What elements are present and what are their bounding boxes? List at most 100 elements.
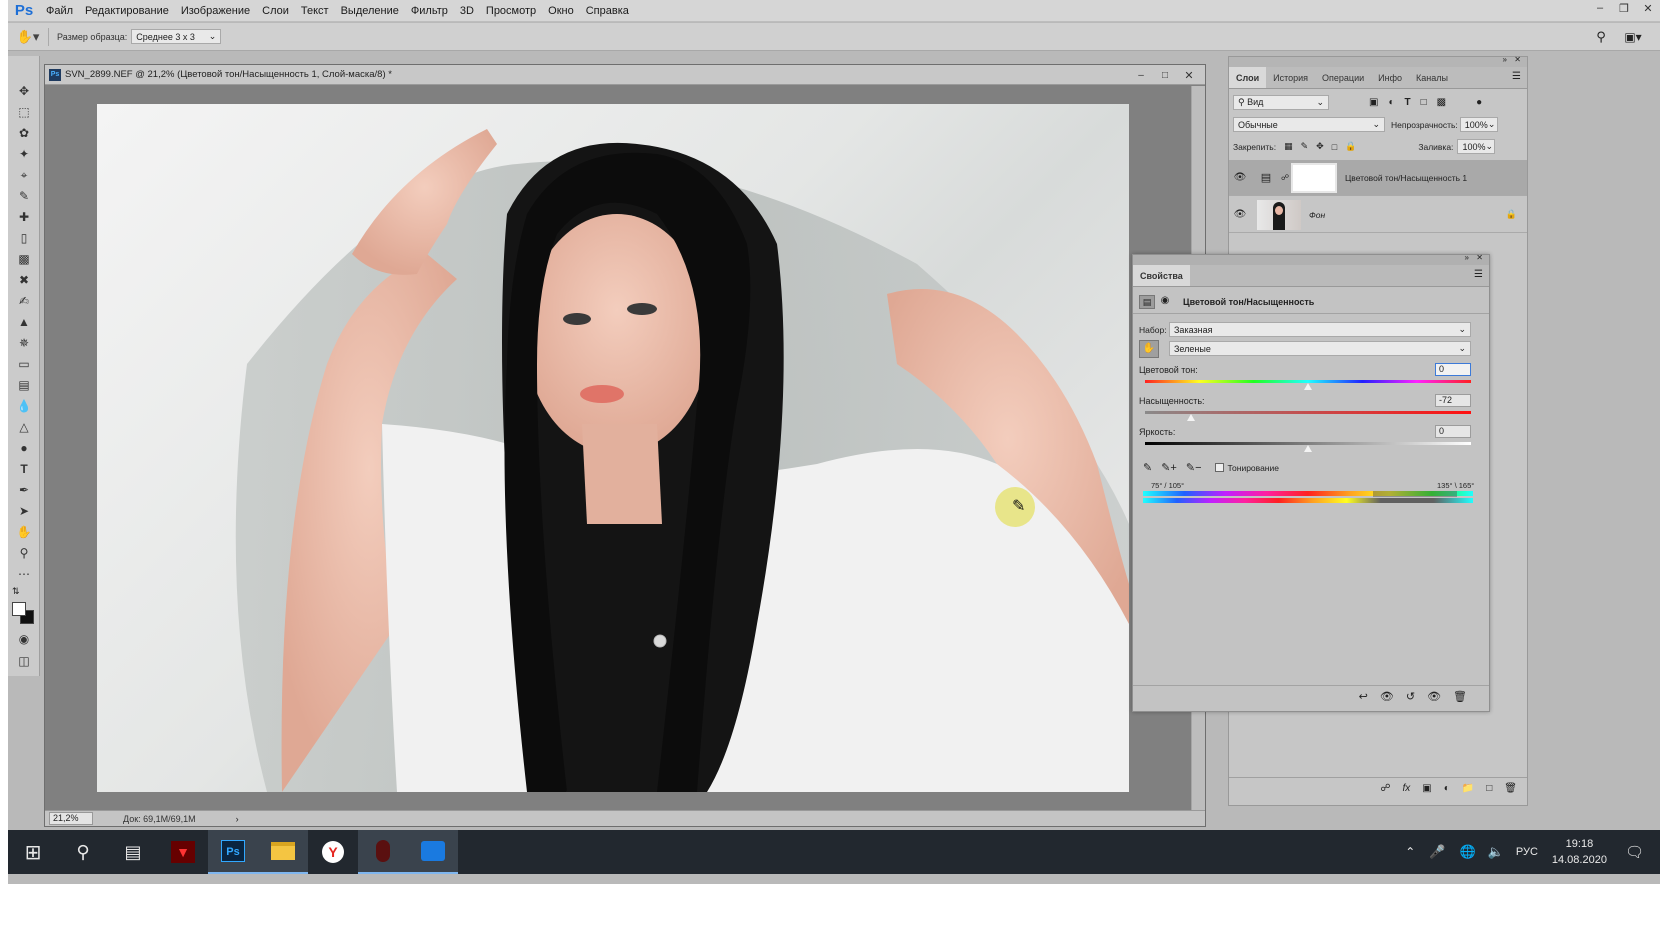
menu-3d[interactable]: 3D — [454, 0, 480, 22]
eraser-tool-icon[interactable]: ▭ — [14, 355, 34, 373]
filter-adjustment-icon[interactable]: ◐ — [1388, 97, 1394, 108]
layer-row[interactable]: 👁 ▤ ☍ Цветовой тон/Насыщенность 1 — [1229, 160, 1527, 196]
mask-icon[interactable]: ◉ — [1157, 295, 1173, 309]
hand-tool-icon[interactable]: ✋ — [14, 523, 34, 541]
eyedropper-preset-icon[interactable]: ✋▾ — [8, 26, 48, 48]
minimize-icon[interactable]: – — [1588, 0, 1612, 16]
yandex-browser-icon[interactable]: Y — [308, 830, 358, 874]
blur-tool-icon[interactable]: 💧 — [14, 397, 34, 415]
hue-saturation-icon[interactable]: ▤ — [1139, 295, 1155, 309]
doc-close-icon[interactable]: ✕ — [1177, 67, 1201, 83]
filter-pixel-icon[interactable]: ▣ — [1369, 97, 1378, 108]
stamp-tool-icon[interactable]: ▩ — [14, 250, 34, 268]
filter-toggle-icon[interactable]: ● — [1476, 97, 1482, 108]
doc-minimize-icon[interactable]: – — [1129, 67, 1153, 83]
tab-layers[interactable]: Слои — [1229, 67, 1267, 88]
colorize-checkbox[interactable] — [1214, 463, 1224, 472]
windows-start-icon[interactable]: ⊞ — [8, 830, 58, 874]
hue-value-field[interactable]: 0 — [1435, 363, 1471, 376]
magic-wand-icon[interactable]: ✦ — [14, 145, 34, 163]
menu-edit[interactable]: Редактирование — [79, 0, 175, 22]
link-layers-icon[interactable]: ☍ — [1380, 783, 1390, 794]
tab-info[interactable]: Инфо — [1371, 67, 1409, 88]
search-icon[interactable]: ⚲ — [58, 830, 108, 874]
chevron-right-icon[interactable]: › — [236, 814, 239, 824]
photoshop-taskbar-icon[interactable]: Ps — [208, 830, 258, 874]
collapse-icon[interactable]: » — [1465, 253, 1469, 262]
move-tool-icon[interactable]: ✥ — [14, 82, 34, 100]
volume-icon[interactable]: 🔈 — [1488, 844, 1504, 860]
view-previous-icon[interactable]: 👁 — [1380, 690, 1394, 703]
eyedropper-add-icon[interactable]: ✎+ — [1161, 461, 1177, 474]
close-icon[interactable]: ✕ — [1636, 0, 1660, 16]
menu-image[interactable]: Изображение — [175, 0, 256, 22]
channel-dropdown[interactable]: Зеленые ⌄ — [1169, 341, 1471, 356]
notifications-icon[interactable]: 🗨 — [1625, 843, 1644, 861]
document-tab[interactable]: Ps SVN_2899.NEF @ 21,2% (Цветовой тон/На… — [45, 65, 1205, 85]
sample-size-dropdown[interactable]: Среднее 3 х 3 ⌄ — [131, 29, 222, 44]
filter-shape-icon[interactable]: □ — [1421, 97, 1427, 108]
lasso-tool-icon[interactable]: ✿ — [14, 124, 34, 142]
restore-icon[interactable]: ❐ — [1612, 0, 1636, 16]
opacity-field[interactable]: 100% ⌄ — [1459, 117, 1498, 132]
pen-tool-icon[interactable]: ✒ — [14, 481, 34, 499]
sharpen-tool-icon[interactable]: △ — [14, 418, 34, 436]
clock[interactable]: 19:18 14.08.2020 — [1552, 836, 1607, 868]
menu-view[interactable]: Просмотр — [480, 0, 542, 22]
screen-capture-icon[interactable] — [408, 830, 458, 874]
delete-adjustment-icon[interactable]: 🗑 — [1453, 690, 1467, 703]
collapse-icon[interactable]: » — [1503, 55, 1507, 64]
panel-close-icon[interactable]: ✕ — [1514, 55, 1521, 64]
dodge-tool-icon[interactable]: ● — [14, 439, 34, 457]
range-selector[interactable] — [1373, 491, 1457, 497]
mask-link-icon[interactable]: ☍ — [1281, 173, 1291, 182]
filter-smart-icon[interactable]: ▩ — [1437, 97, 1446, 108]
visibility-eye-icon[interactable]: 👁 — [1229, 172, 1251, 183]
history-brush-icon[interactable]: ✵ — [14, 334, 34, 352]
lock-transparent-icon[interactable]: ▦ — [1284, 141, 1293, 152]
mouse-app-icon[interactable] — [358, 830, 408, 874]
predator-app-icon[interactable]: ▼ — [158, 830, 208, 874]
new-adjustment-icon[interactable]: ◐ — [1444, 783, 1450, 794]
clip-to-layer-icon[interactable]: ↩ — [1359, 690, 1368, 703]
reset-icon[interactable]: ↺ — [1406, 690, 1415, 703]
menu-filter[interactable]: Фильтр — [405, 0, 454, 22]
delete-layer-icon[interactable]: 🗑 — [1504, 783, 1517, 794]
language-indicator[interactable]: РУС — [1516, 846, 1538, 858]
menu-text[interactable]: Текст — [295, 0, 335, 22]
zoom-level-field[interactable]: 21,2% — [49, 812, 93, 825]
add-mask-icon[interactable]: ▣ — [1422, 783, 1431, 794]
path-selection-icon[interactable]: ➤ — [14, 502, 34, 520]
targeted-adjustment-icon[interactable]: ✋ — [1139, 340, 1159, 358]
lock-all-icon[interactable]: 🔒 — [1345, 141, 1356, 152]
microphone-icon[interactable]: 🎤 — [1429, 844, 1445, 860]
toggle-visibility-icon[interactable]: 👁 — [1427, 690, 1441, 703]
search-icon[interactable]: ⚲ — [1590, 26, 1612, 48]
blend-mode-dropdown[interactable]: Обычные ⌄ — [1233, 117, 1385, 132]
preset-dropdown[interactable]: Заказная ⌄ — [1169, 322, 1471, 337]
screen-mode-icon[interactable]: ◫ — [14, 652, 34, 670]
content-aware-icon[interactable]: ✖ — [14, 271, 34, 289]
lock-paint-icon[interactable]: ✎ — [1301, 141, 1309, 152]
quick-mask-icon[interactable]: ◉ — [14, 630, 34, 648]
tab-actions[interactable]: Операции — [1315, 67, 1371, 88]
menu-help[interactable]: Справка — [580, 0, 635, 22]
layer-mask-thumbnail[interactable] — [1291, 162, 1337, 193]
lightness-value-field[interactable]: 0 — [1435, 425, 1471, 438]
saturation-value-field[interactable]: -72 — [1435, 394, 1471, 407]
menu-layers[interactable]: Слои — [256, 0, 295, 22]
panel-menu-icon[interactable]: ☰ — [1512, 71, 1521, 82]
healing-brush-icon[interactable]: ✚ — [14, 208, 34, 226]
clone-stamp-icon[interactable]: ▲ — [14, 313, 34, 331]
foreground-color-swatch[interactable] — [12, 602, 26, 616]
workspace-icon[interactable]: ▣▾ — [1620, 26, 1646, 48]
more-tools-icon[interactable]: ⋯ — [14, 565, 34, 583]
network-globe-icon[interactable]: 🌐 — [1459, 844, 1475, 860]
file-explorer-icon[interactable] — [258, 830, 308, 874]
tab-history[interactable]: История — [1266, 67, 1315, 88]
panel-menu-icon[interactable]: ☰ — [1474, 269, 1483, 280]
eyedropper-icon[interactable]: ✎ — [1143, 461, 1152, 474]
hue-slider-thumb[interactable] — [1304, 383, 1312, 390]
eyedropper-tool-icon[interactable]: ✎ — [14, 187, 34, 205]
type-tool-icon[interactable]: T — [14, 460, 34, 478]
